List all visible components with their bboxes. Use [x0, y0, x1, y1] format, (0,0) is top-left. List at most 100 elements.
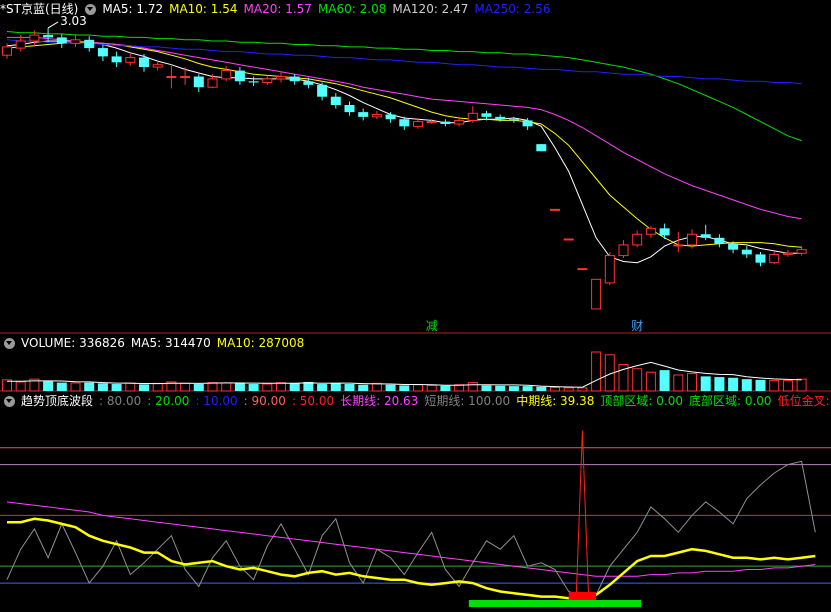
candle-body: [358, 112, 369, 117]
candle-body: [330, 96, 341, 106]
candle-body: [303, 81, 314, 85]
candle-body: [440, 121, 451, 124]
volume-bar: [317, 384, 328, 391]
volume-bar: [97, 383, 108, 391]
volume-bar: [700, 376, 711, 391]
candle-body: [508, 119, 519, 121]
high-price-label: 3.03: [60, 14, 87, 28]
candle-body: [276, 76, 286, 80]
candle-body: [43, 35, 54, 38]
candle-body: [687, 233, 697, 246]
candle-body: [111, 56, 122, 63]
candle-body: [796, 249, 807, 254]
volume-bar: [659, 370, 670, 391]
candle-body: [714, 237, 725, 244]
volume-bar: [139, 384, 149, 391]
candle-body: [728, 243, 739, 250]
volume-bar: [111, 384, 122, 391]
volume-bar: [769, 380, 780, 392]
candle-body: [755, 254, 766, 263]
candle-body: [399, 119, 410, 127]
candle-body: [248, 81, 259, 83]
volume-bar: [385, 384, 396, 391]
candle-body: [632, 233, 643, 246]
volume-bar: [344, 384, 355, 391]
stock-chart[interactable]: 3.03 减 财: [0, 0, 831, 612]
volume-bar: [687, 373, 697, 392]
golden-cross-bar: [568, 592, 597, 600]
volume-bar: [508, 386, 519, 391]
volume-bar: [577, 387, 588, 392]
candle-body: [769, 253, 780, 264]
volume-bar: [358, 384, 369, 391]
candle-body: [426, 121, 437, 124]
volume-bar: [741, 379, 752, 391]
candle-body: [139, 57, 149, 68]
volume-bar: [550, 387, 560, 392]
volume-bar: [481, 385, 492, 391]
candle-body: [481, 113, 492, 117]
candle-body: [385, 114, 396, 120]
mid-term-line: [7, 517, 816, 600]
volume-bar: [15, 381, 26, 392]
volume-bar: [289, 383, 300, 391]
candle-body: [413, 121, 423, 127]
volume-bar: [728, 377, 739, 391]
candle-body: [591, 278, 602, 310]
ma-line-ma10: [6, 41, 802, 248]
volume-bar: [413, 384, 423, 392]
candle-body: [563, 238, 574, 241]
candle-body: [467, 112, 478, 121]
volume-bar: [234, 382, 245, 391]
candle-body: [193, 76, 204, 88]
candle-body: [70, 39, 81, 44]
candle-body: [221, 70, 232, 80]
candle-body: [371, 113, 382, 118]
volume-bar: [673, 374, 684, 392]
candle-body: [56, 37, 67, 44]
candle-body: [207, 78, 218, 88]
candle-body: [495, 116, 506, 120]
volume-bar: [755, 379, 766, 391]
candle-body: [618, 244, 629, 257]
candle-body: [2, 46, 12, 56]
volume-bar: [591, 351, 602, 392]
golden-cross-spike: [575, 430, 589, 593]
candle-body: [673, 244, 684, 247]
volume-bar: [221, 382, 232, 392]
volume-bar: [43, 381, 54, 391]
candle-body: [125, 57, 136, 63]
volume-bar: [262, 383, 273, 392]
candle-body: [550, 208, 560, 211]
candle-body: [659, 228, 670, 236]
volume-bar: [84, 382, 95, 391]
volume-bar: [399, 385, 410, 391]
event-marker: 财: [631, 319, 643, 333]
candle-body: [29, 34, 40, 42]
candle-body: [344, 105, 355, 113]
candle-body: [522, 120, 533, 127]
volume-bar: [330, 383, 341, 391]
candle-body: [454, 119, 465, 125]
volume-bar: [645, 371, 656, 392]
candle-body: [289, 76, 300, 82]
volume-bar: [632, 368, 643, 392]
volume-bar: [440, 385, 451, 391]
candle-body: [700, 234, 711, 238]
candle-body: [577, 268, 588, 271]
volume-bar: [207, 382, 218, 392]
high-marker-line: [47, 21, 59, 29]
candle-body: [782, 252, 793, 255]
candle-body: [97, 48, 108, 57]
candle-body: [645, 227, 656, 235]
candle-body: [166, 76, 177, 79]
volume-bar: [125, 382, 136, 392]
candle-body: [604, 255, 615, 284]
volume-bar: [193, 384, 204, 391]
candle-body: [536, 144, 547, 152]
volume-bar: [536, 386, 547, 391]
bottom-zone-bar: [468, 600, 642, 607]
volume-bar: [180, 382, 191, 392]
candle-body: [741, 249, 752, 255]
volume-bar: [495, 385, 506, 391]
